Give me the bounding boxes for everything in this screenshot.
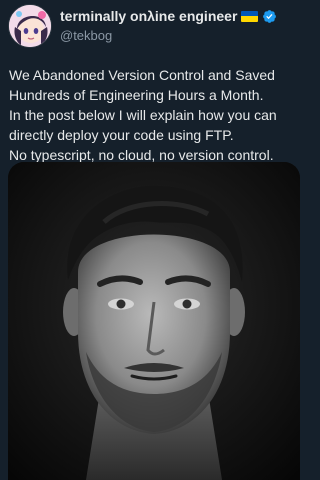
anime-avatar-icon	[9, 5, 51, 47]
verified-badge-icon	[263, 9, 277, 23]
avatar[interactable]	[8, 4, 52, 48]
author-display-name[interactable]: terminally onλine engineer	[60, 8, 237, 24]
tweet-paragraph: We Abandoned Version Control and Saved H…	[9, 67, 275, 103]
author-handle[interactable]: @tekbog	[60, 28, 303, 43]
tweet-header: terminally onλine engineer @tekbog	[8, 4, 303, 48]
ukraine-flag-icon	[241, 10, 259, 22]
portrait-photo	[8, 162, 300, 480]
tweet-media-image[interactable]	[8, 162, 300, 480]
tweet-text: We Abandoned Version Control and Saved H…	[9, 65, 303, 165]
tweet-paragraph: In the post below I will explain how you…	[9, 107, 277, 143]
